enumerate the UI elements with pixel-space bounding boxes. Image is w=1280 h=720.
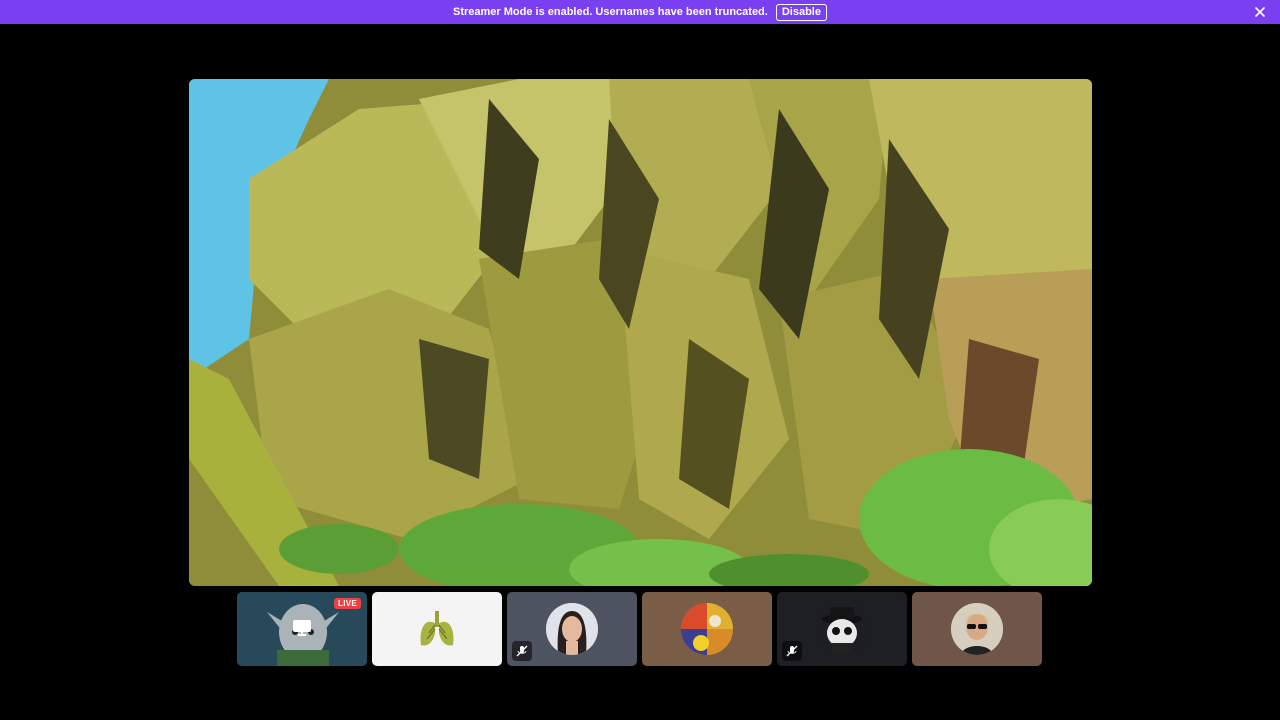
screen-share-icon xyxy=(293,620,311,641)
streamer-mode-banner: Streamer Mode is enabled. Usernames have… xyxy=(0,0,1280,24)
participant-tile[interactable] xyxy=(507,592,637,666)
rocky-cliff-scene xyxy=(189,79,1092,586)
stream-video[interactable] xyxy=(189,79,1092,586)
participant-tile[interactable] xyxy=(777,592,907,666)
participant-tiles: LIVE xyxy=(237,592,1042,666)
participant-tile-live[interactable]: LIVE xyxy=(237,592,367,666)
lungs-avatar xyxy=(411,603,463,655)
sports-collage-avatar xyxy=(681,603,733,655)
disable-streamer-mode-button[interactable]: Disable xyxy=(775,3,827,21)
mic-muted-icon xyxy=(512,641,532,661)
woman-portrait-avatar xyxy=(546,603,598,655)
participant-tile[interactable] xyxy=(372,592,502,666)
mic-muted-icon xyxy=(782,641,802,661)
participant-tile[interactable] xyxy=(912,592,1042,666)
man-sunglasses-avatar xyxy=(951,603,1003,655)
close-icon[interactable] xyxy=(1252,4,1268,20)
live-badge: LIVE xyxy=(334,598,361,609)
streamer-mode-message: Streamer Mode is enabled. Usernames have… xyxy=(453,6,768,18)
hat-character-avatar xyxy=(816,603,868,655)
participant-tile[interactable] xyxy=(642,592,772,666)
